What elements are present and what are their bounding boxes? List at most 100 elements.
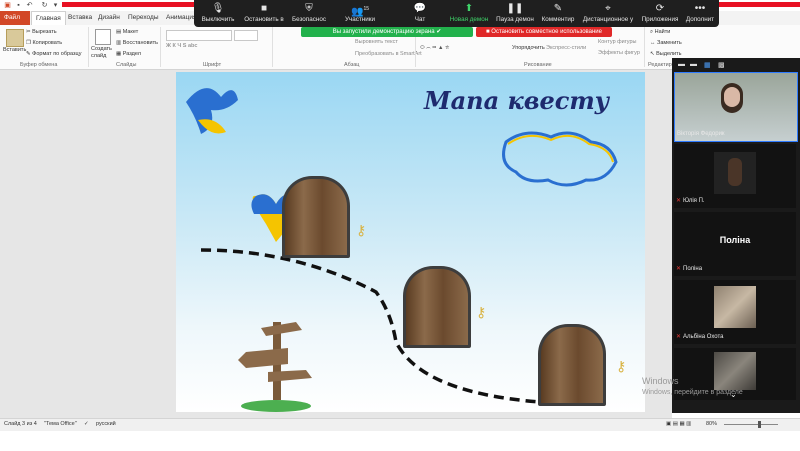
new-slide-icon[interactable] (95, 29, 111, 45)
spellcheck-icon[interactable]: ✓ (84, 421, 89, 427)
customize-toolbar-icon[interactable]: ▾ (51, 1, 60, 10)
apps-button[interactable]: ⟳ Приложения (640, 0, 680, 27)
participants-button[interactable]: 👥15 Участники (338, 0, 382, 27)
reset-button[interactable]: ▥ Восстановить (116, 40, 158, 46)
participant-name-text: Юлія П. (683, 198, 705, 204)
pause-share-button[interactable]: ❚❚ Пауза демон (492, 0, 538, 27)
slide-canvas[interactable]: Мапа квесту ⚷ ⚷ ⚷ (176, 72, 645, 412)
reset-icon: ▥ (116, 40, 123, 46)
mic-muted-icon: ✕ (676, 198, 682, 204)
filmstrip-view-icon[interactable]: ▦ (704, 61, 711, 69)
key-icon[interactable]: ⚷ (476, 304, 486, 321)
door-2[interactable] (403, 266, 471, 348)
tab-file[interactable]: Файл (0, 11, 30, 25)
participant-tile[interactable]: ✕ Юлія П. (674, 144, 796, 208)
participant-tile[interactable]: Вікторія Федорик (674, 72, 798, 142)
apps-label: Приложения (641, 16, 679, 23)
zoom-slider-thumb[interactable] (758, 421, 761, 428)
section-button[interactable]: ▦ Раздел (116, 51, 141, 57)
key-icon[interactable]: ⚷ (616, 358, 626, 375)
security-label: Безопаснос (291, 16, 326, 23)
view-buttons[interactable]: ▣ ▤ ▦ ▥ (666, 421, 691, 427)
paste-icon[interactable] (6, 29, 24, 47)
participant-tile[interactable]: ✕ Альбіна Охота (674, 280, 796, 344)
mute-button[interactable]: 🎙 Выключить (196, 0, 240, 27)
new-share-button[interactable]: ⬆ Новая демон (446, 0, 492, 27)
drawing-group-label: Рисование (524, 62, 552, 68)
copy-button[interactable]: ❐ Копировать (26, 40, 62, 46)
new-slide-button[interactable]: Создать слайд (91, 46, 115, 60)
tab-transitions[interactable]: Переходы (124, 11, 163, 25)
participant-name: Вікторія Федорик (677, 131, 725, 137)
ribbon-separator (644, 27, 645, 67)
apps-icon: ⟳ (655, 3, 665, 14)
font-format-buttons[interactable]: Ж К Ч S abc (166, 43, 197, 49)
slide-counter: Слайд 3 из 4 (4, 421, 37, 427)
undo-icon[interactable]: ↶ (25, 1, 34, 10)
participant-display-name: Поліна (719, 235, 751, 245)
video-camera-icon: ■ (260, 3, 268, 14)
stop-share-button[interactable]: ■ Остановить совместное использование (476, 27, 612, 37)
layout-button[interactable]: ▤ Макет (116, 29, 138, 35)
paste-button[interactable]: Вставить (3, 47, 26, 53)
arrange-button[interactable]: Упорядочить (512, 45, 545, 51)
tab-design[interactable]: Дизайн (94, 11, 124, 25)
key-icon[interactable]: ⚷ (356, 222, 366, 239)
zoom-slider[interactable] (724, 424, 778, 425)
annotate-button[interactable]: ✎ Комментир (538, 0, 578, 27)
format-painter-button[interactable]: ✎ Формат по образцу (26, 51, 81, 57)
quest-path (200, 248, 587, 406)
gallery-view-icon[interactable]: ▩ (718, 61, 725, 69)
activation-watermark-subtext: Windows, перейдите в разделе (642, 389, 743, 396)
redo-icon[interactable]: ↻ (40, 1, 49, 10)
sharing-banner-text: Вы запустили демонстрацию экрана (332, 29, 435, 35)
participant-tile[interactable]: Поліна ✕ Поліна (674, 212, 796, 276)
participant-name: ✕ Альбіна Охота (676, 333, 724, 340)
remote-control-button[interactable]: ⌖ Дистанционное у (580, 0, 636, 27)
shape-outline-button[interactable]: Контур фигуры (598, 39, 636, 45)
participants-panel: ▬ ▬ ▦ ▩ Вікторія Федорик ✕ Юлія П. Поліна… (672, 58, 800, 413)
participants-label: Участники (344, 16, 376, 23)
find-button[interactable]: ⌕ Найти (650, 29, 670, 36)
stop-video-button[interactable]: ■ Остановить в (240, 0, 288, 27)
replace-label: Заменить (657, 40, 682, 46)
language-indicator[interactable]: русский (96, 421, 116, 427)
shape-effects-button[interactable]: Эффекты фигур (598, 50, 640, 56)
participant-face (724, 87, 740, 107)
align-text-button[interactable]: Выровнять текст (355, 39, 398, 45)
format-painter-label: Формат по образцу (32, 51, 82, 57)
chat-label: Чат (414, 16, 426, 23)
minimize-icon[interactable]: ▬ (678, 61, 685, 68)
select-label: Выделить (656, 51, 682, 57)
smartart-button[interactable]: Преобразовать в SmartArt (355, 51, 422, 57)
zoom-level[interactable]: 80% (706, 421, 717, 427)
more-button[interactable]: ••• Дополнит (682, 0, 718, 27)
shapes-gallery[interactable]: ⬭ ⌒ ▭ ▲ ☆ (420, 45, 449, 52)
save-icon[interactable]: ▪ (14, 1, 23, 10)
ukraine-map-outline (502, 131, 618, 187)
section-label: Раздел (122, 51, 141, 57)
quick-styles-button[interactable]: Экспресс-стили (546, 45, 586, 51)
speaker-view-icon[interactable]: ▬ (690, 61, 697, 68)
font-size-select[interactable] (234, 30, 258, 41)
ribbon-separator (160, 27, 161, 67)
title-bar-stripe-right (718, 2, 800, 7)
stop-share-label: Остановить совместное использование (491, 29, 602, 35)
participant-name-text: Поліна (683, 266, 703, 272)
security-button[interactable]: ⛨ Безопаснос (288, 0, 330, 27)
chat-button[interactable]: 💬 Чат (404, 0, 436, 27)
door-1[interactable] (282, 176, 350, 258)
more-label: Дополнит (685, 16, 715, 23)
ribbon-separator (88, 27, 89, 67)
font-family-select[interactable] (166, 30, 232, 41)
replace-button[interactable]: ↔ Заменить (650, 40, 682, 46)
tab-home[interactable]: Главная (31, 11, 66, 26)
pen-icon: ✎ (553, 3, 563, 14)
tab-insert[interactable]: Вставка (64, 11, 96, 25)
select-button[interactable]: ↖ Выделить (650, 51, 682, 57)
cut-button[interactable]: ✂ Вырезать (26, 29, 57, 35)
stop-video-label: Остановить в (244, 16, 284, 23)
title-bar-stripe (62, 2, 194, 7)
remote-control-label: Дистанционное у (582, 16, 634, 23)
door-3[interactable] (538, 324, 606, 406)
